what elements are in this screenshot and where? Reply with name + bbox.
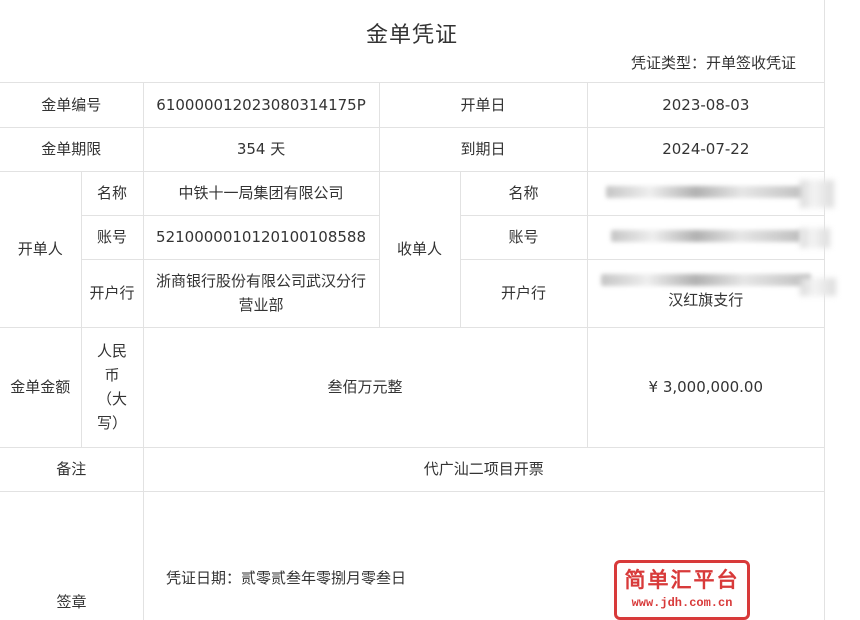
row-bill-number: 金单编号 610000012023080314175P 开单日 2023-08-…: [0, 83, 824, 128]
voucher-table: 金单编号 610000012023080314175P 开单日 2023-08-…: [0, 83, 824, 620]
row-party-name: 开单人 名称 中铁十一局集团有限公司 收单人 名称: [0, 170, 824, 328]
redacted-receiver-name: [605, 186, 806, 198]
bill-number-value: 610000012023080314175P: [142, 83, 380, 128]
issuer-name-label: 名称: [80, 170, 144, 216]
bill-number-label: 金单编号: [0, 83, 144, 128]
issuer-label: 开单人: [0, 170, 82, 328]
redacted-receiver-account: [610, 230, 801, 242]
remark-value: 代广汕二项目开票: [142, 446, 824, 492]
redaction-edge-1: [800, 180, 834, 208]
signature-cell: 签章 凭证日期：贰零贰叁年零捌月零叁日 简单汇平台 www.jdh.com.cn: [0, 490, 824, 620]
redacted-receiver-bank: [600, 274, 811, 286]
voucher-type-value: 开单签收凭证: [705, 54, 796, 72]
voucher-title: 金单凭证: [365, 23, 458, 48]
receiver-bank-label: 开户行: [459, 258, 588, 328]
voucher-type-label: 凭证类型：: [630, 54, 706, 72]
receiver-label: 收单人: [378, 170, 461, 328]
row-signature: 签章 凭证日期：贰零贰叁年零捌月零叁日 简单汇平台 www.jdh.com.cn: [0, 490, 824, 620]
row-remark: 备注 代广汕二项目开票: [0, 446, 824, 492]
receiver-bank-value: 汉红旗支行: [586, 258, 824, 328]
issue-date-label: 开单日: [378, 83, 588, 128]
amount-upper-value: 叁佰万元整: [142, 326, 588, 448]
receiver-name-value: [586, 170, 824, 216]
amount-number-value: ¥ 3,000,000.00: [586, 326, 824, 448]
issuer-account-value: 5210000010120100108588: [142, 214, 380, 260]
issuer-account-label: 账号: [81, 214, 144, 260]
receiver-account-value: [586, 214, 824, 260]
issue-date-value: 2023-08-03: [586, 83, 824, 128]
voucher-type: 凭证类型：开单签收凭证: [631, 52, 796, 73]
voucher-sheet: 金单凭证 凭证类型：开单签收凭证 金单编号 610000012023080314…: [0, 0, 825, 620]
redaction-edge-2: [800, 228, 830, 248]
bill-term-label: 金单期限: [0, 126, 144, 172]
issuer-bank-value: 浙商银行股份有限公司武汉分行营业部: [142, 258, 380, 328]
due-date-value: 2024-07-22: [586, 126, 824, 172]
receiver-name-label: 名称: [459, 170, 588, 216]
amount-currency-label: 人民币（大写）: [80, 326, 144, 448]
signature-label: 签章: [56, 592, 87, 611]
receiver-account-label: 账号: [459, 214, 588, 260]
amount-label: 金单金额: [0, 326, 82, 448]
remark-label: 备注: [0, 446, 144, 492]
issuer-name-value: 中铁十一局集团有限公司: [142, 170, 380, 216]
platform-seal: 简单汇平台 www.jdh.com.cn: [614, 559, 750, 620]
due-date-label: 到期日: [378, 126, 588, 172]
redaction-edge-3: [800, 278, 836, 296]
seal-main-text: 简单汇平台: [624, 566, 740, 592]
voucher-header: 金单凭证 凭证类型：开单签收凭证: [0, 0, 824, 83]
certificate-date: 凭证日期：贰零贰叁年零捌月零叁日: [166, 568, 407, 587]
signature-area: 签章 凭证日期：贰零贰叁年零捌月零叁日 简单汇平台 www.jdh.com.cn: [0, 491, 824, 620]
issuer-bank-label: 开户行: [81, 258, 144, 328]
receiver-bank-tail: 汉红旗支行: [668, 291, 744, 309]
row-bill-term: 金单期限 354 天 到期日 2024-07-22: [0, 126, 824, 172]
seal-url-text: www.jdh.com.cn: [631, 595, 733, 610]
signature-divider: [143, 491, 144, 620]
bill-term-value: 354 天: [142, 126, 380, 172]
row-amount: 金单金额 人民币（大写） 叁佰万元整 ¥ 3,000,000.00: [0, 326, 824, 448]
